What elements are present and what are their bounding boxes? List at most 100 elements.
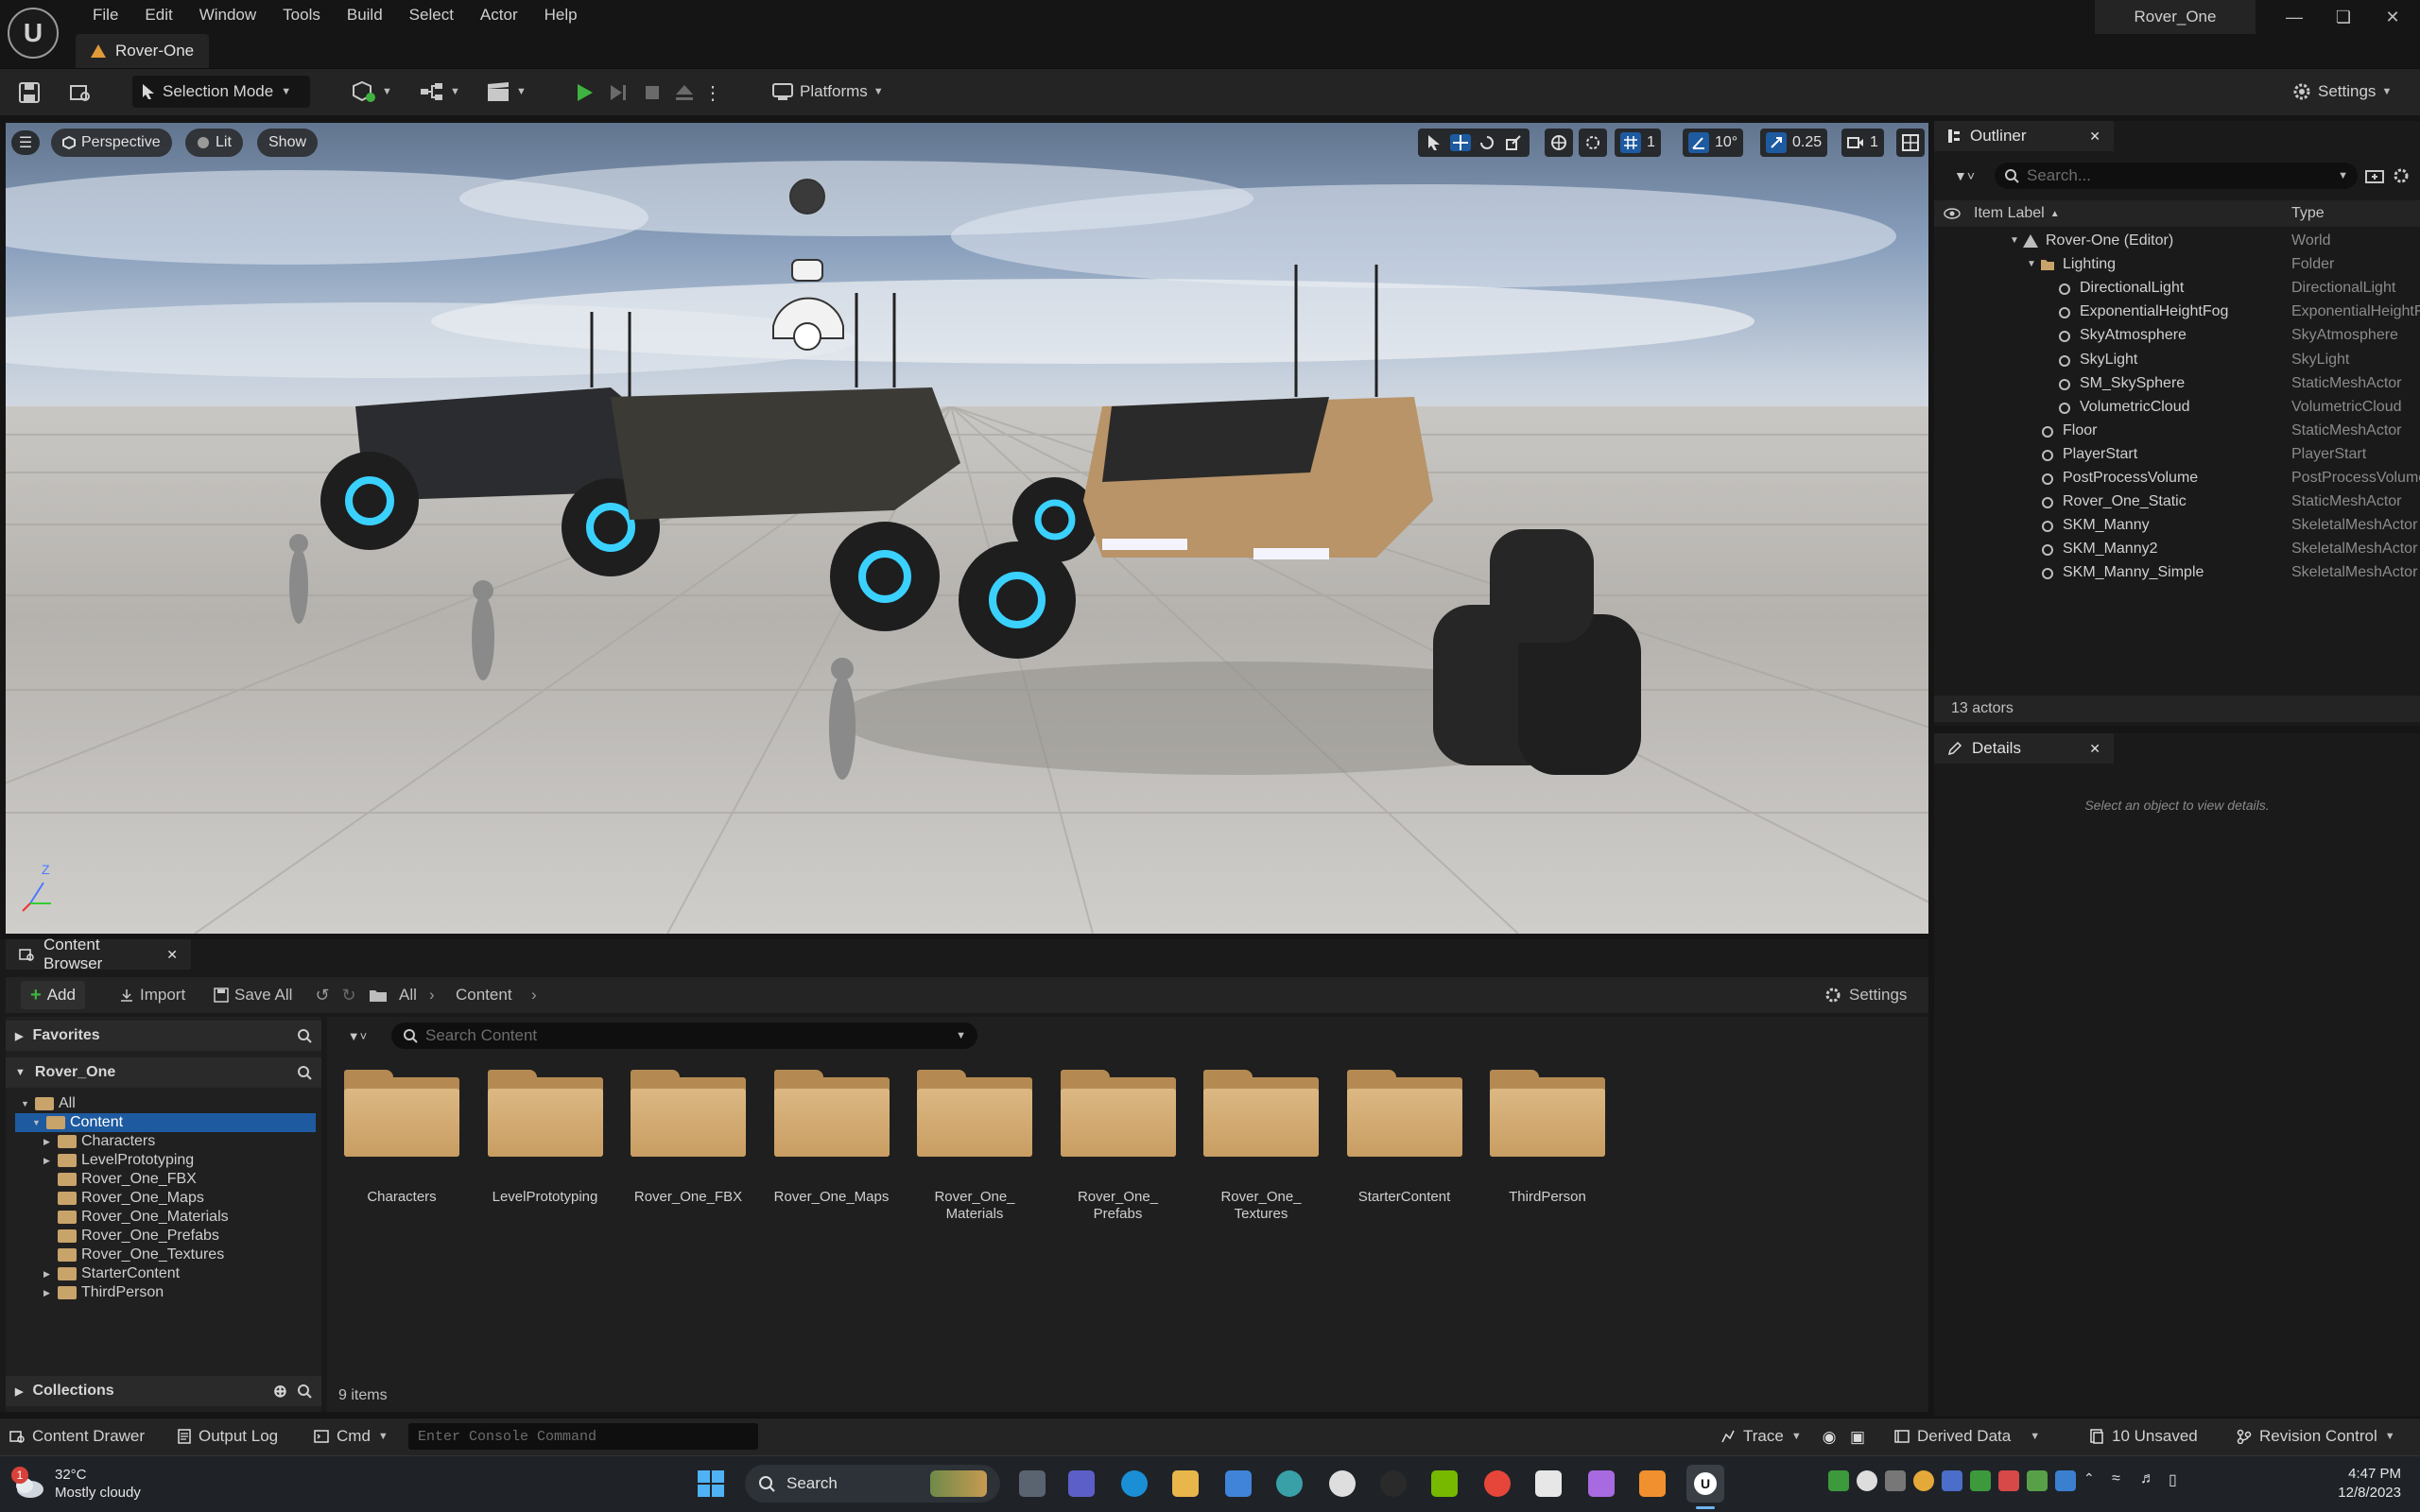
folder-tile[interactable]: ThirdPerson xyxy=(1477,1070,1618,1206)
outliner-row[interactable]: SkyAtmosphere SkyAtmosphere xyxy=(1934,325,2420,349)
tray-app3-icon[interactable] xyxy=(1970,1470,1991,1491)
menu-help[interactable]: Help xyxy=(531,0,591,30)
chrome-icon[interactable] xyxy=(1484,1470,1511,1497)
folder-tile[interactable]: Rover_One_Maps xyxy=(761,1070,903,1206)
folder-tree-item[interactable]: Rover_One_Materials xyxy=(15,1208,316,1227)
chevron-down-icon[interactable]: ▼ xyxy=(2027,259,2036,269)
outliner-row[interactable]: ▼ Rover-One (Editor) World xyxy=(1934,231,2420,254)
breadcrumb-separator-icon[interactable]: › xyxy=(531,983,537,1007)
lit-button[interactable]: Lit xyxy=(185,129,243,157)
save-icon[interactable] xyxy=(15,79,43,106)
close-icon[interactable]: ✕ xyxy=(2089,741,2100,757)
outliner-row[interactable]: SKM_Manny2 SkeletalMeshActor xyxy=(1934,539,2420,562)
folder-tile[interactable]: LevelPrototyping xyxy=(475,1070,616,1206)
folder-tile[interactable]: StarterContent xyxy=(1334,1070,1476,1206)
content-search-input[interactable]: Search Content ▼ xyxy=(391,1022,977,1049)
revision-control-dropdown[interactable]: Revision Control ▼ xyxy=(2237,1418,2395,1455)
outliner-row[interactable]: SKM_Manny_Simple SkeletalMeshActor xyxy=(1934,562,2420,586)
level-tab[interactable]: Rover-One xyxy=(76,34,210,68)
play-options-icon[interactable]: ⋮ xyxy=(703,79,722,106)
restore-icon[interactable]: ❏ xyxy=(2320,0,2367,34)
menu-edit[interactable]: Edit xyxy=(131,0,185,30)
add-actor-button[interactable]: ▼ xyxy=(344,76,400,108)
outliner-row[interactable]: PostProcessVolume PostProcessVolume xyxy=(1934,468,2420,491)
breadcrumb-content[interactable]: Content xyxy=(456,983,512,1007)
folder-tile[interactable]: Rover_One_ Textures xyxy=(1190,1070,1332,1223)
unsaved-button[interactable]: 10 Unsaved xyxy=(2089,1418,2198,1455)
folder-tree-item[interactable]: ▶ StarterContent xyxy=(15,1264,316,1283)
project-section[interactable]: ▼ Rover_One xyxy=(6,1057,321,1088)
folder-tree-item[interactable]: Rover_One_Textures xyxy=(15,1246,316,1264)
browser-app-icon[interactable] xyxy=(1276,1470,1303,1497)
show-button[interactable]: Show xyxy=(257,129,319,157)
perspective-button[interactable]: Perspective xyxy=(51,129,172,157)
chevron-down-icon[interactable]: ▼ xyxy=(32,1118,42,1127)
menu-window[interactable]: Window xyxy=(186,0,269,30)
volume-icon[interactable]: ♬ xyxy=(2140,1470,2161,1491)
record-icon[interactable]: ◉ xyxy=(1819,1427,1840,1448)
chevron-down-icon[interactable]: ▼ xyxy=(2010,235,2019,246)
content-browser-tab[interactable]: Content Browser ✕ xyxy=(6,936,191,972)
task-view-icon[interactable] xyxy=(1019,1470,1046,1497)
search-icon[interactable] xyxy=(297,1065,312,1080)
folder-tree-item[interactable]: ▶ ThirdPerson xyxy=(15,1283,316,1302)
steam-icon[interactable] xyxy=(1380,1470,1407,1497)
collections-section[interactable]: ▶ Collections ⊕ xyxy=(6,1376,321,1406)
folder-tree-item[interactable]: ▼ All xyxy=(15,1094,316,1113)
outliner-row[interactable]: ExponentialHeightFog ExponentialHeightFog xyxy=(1934,301,2420,325)
chevron-right-icon[interactable]: ▶ xyxy=(43,1288,53,1298)
save-all-button[interactable]: Save All xyxy=(214,981,292,1009)
chevron-right-icon[interactable]: ▶ xyxy=(43,1156,53,1166)
menu-actor[interactable]: Actor xyxy=(467,0,531,30)
viewport-menu-icon[interactable]: ☰ xyxy=(11,130,40,155)
platforms-button[interactable]: Platforms ▼ xyxy=(764,76,891,108)
folder-tile[interactable]: Rover_One_FBX xyxy=(617,1070,759,1206)
folder-tile[interactable]: Rover_One_ Materials xyxy=(904,1070,1046,1223)
folder-tree-item[interactable]: Rover_One_FBX xyxy=(15,1170,316,1189)
scale-snap-toggle[interactable]: 0.25 xyxy=(1760,129,1828,157)
edge-icon[interactable] xyxy=(1121,1470,1148,1497)
eject-icon[interactable] xyxy=(671,79,698,106)
stop-icon[interactable] xyxy=(639,79,666,106)
mcafee-icon[interactable] xyxy=(1998,1470,2019,1491)
content-settings-button[interactable]: Settings xyxy=(1824,981,1907,1009)
cinematics-button[interactable]: ▼ xyxy=(478,76,534,108)
defender-icon[interactable] xyxy=(2055,1470,2076,1491)
breadcrumb-all[interactable]: All xyxy=(399,983,417,1007)
settings-button[interactable]: Settings ▼ xyxy=(2284,76,2399,108)
taskbar-search[interactable]: Search xyxy=(745,1465,1000,1503)
filter-icon[interactable]: ▼˅ xyxy=(1945,163,1983,189)
content-browser-toolbar-icon[interactable] xyxy=(66,79,95,106)
scale-tool-icon[interactable] xyxy=(1503,134,1524,151)
menu-build[interactable]: Build xyxy=(334,0,396,30)
play-icon[interactable] xyxy=(571,79,597,106)
derived-data-dropdown[interactable]: Derived Data ▼ xyxy=(1894,1418,2040,1455)
weather-widget[interactable]: 1 32°C Mostly cloudy xyxy=(11,1461,141,1506)
add-button[interactable]: + Add xyxy=(21,981,85,1009)
outliner-row[interactable]: Rover_One_Static StaticMeshActor xyxy=(1934,491,2420,515)
minimize-icon[interactable]: — xyxy=(2271,0,2318,34)
details-tab[interactable]: Details ✕ xyxy=(1934,733,2114,764)
wifi-icon[interactable]: ≈ xyxy=(2112,1470,2133,1491)
outliner-search-input[interactable]: Search... ▼ xyxy=(1995,163,2358,189)
level-viewport[interactable]: ☰ Perspective Lit Show 1 10° 0.25 1 Z xyxy=(6,123,1928,934)
grid-snap-toggle[interactable]: 1 xyxy=(1615,129,1661,157)
store-icon[interactable] xyxy=(1225,1470,1252,1497)
battery-icon[interactable]: ▯ xyxy=(2169,1470,2189,1491)
outliner-row[interactable]: Floor StaticMeshActor xyxy=(1934,421,2420,444)
trace-dropdown[interactable]: Trace ▼ xyxy=(1720,1418,1802,1455)
console-command-input[interactable]: Enter Console Command xyxy=(408,1423,758,1450)
move-tool-icon[interactable] xyxy=(1450,134,1471,151)
blueprints-button[interactable]: ▼ xyxy=(412,76,468,108)
import-button[interactable]: Import xyxy=(119,981,185,1009)
folder-tree-item[interactable]: ▶ Characters xyxy=(15,1132,316,1151)
nvidia-icon[interactable] xyxy=(1431,1470,1458,1497)
outliner-settings-gear-icon[interactable] xyxy=(2390,164,2412,187)
content-drawer-button[interactable]: Content Drawer xyxy=(9,1418,145,1455)
notepad-icon[interactable] xyxy=(1535,1470,1562,1497)
folder-tree-item[interactable]: ▼ Content xyxy=(15,1113,316,1132)
favorites-section[interactable]: ▶ Favorites xyxy=(6,1021,321,1051)
outliner-row[interactable]: ▼ Lighting Folder xyxy=(1934,254,2420,278)
output-log-button[interactable]: Output Log xyxy=(178,1418,278,1455)
column-item-label[interactable]: Item Label xyxy=(1974,205,2045,222)
